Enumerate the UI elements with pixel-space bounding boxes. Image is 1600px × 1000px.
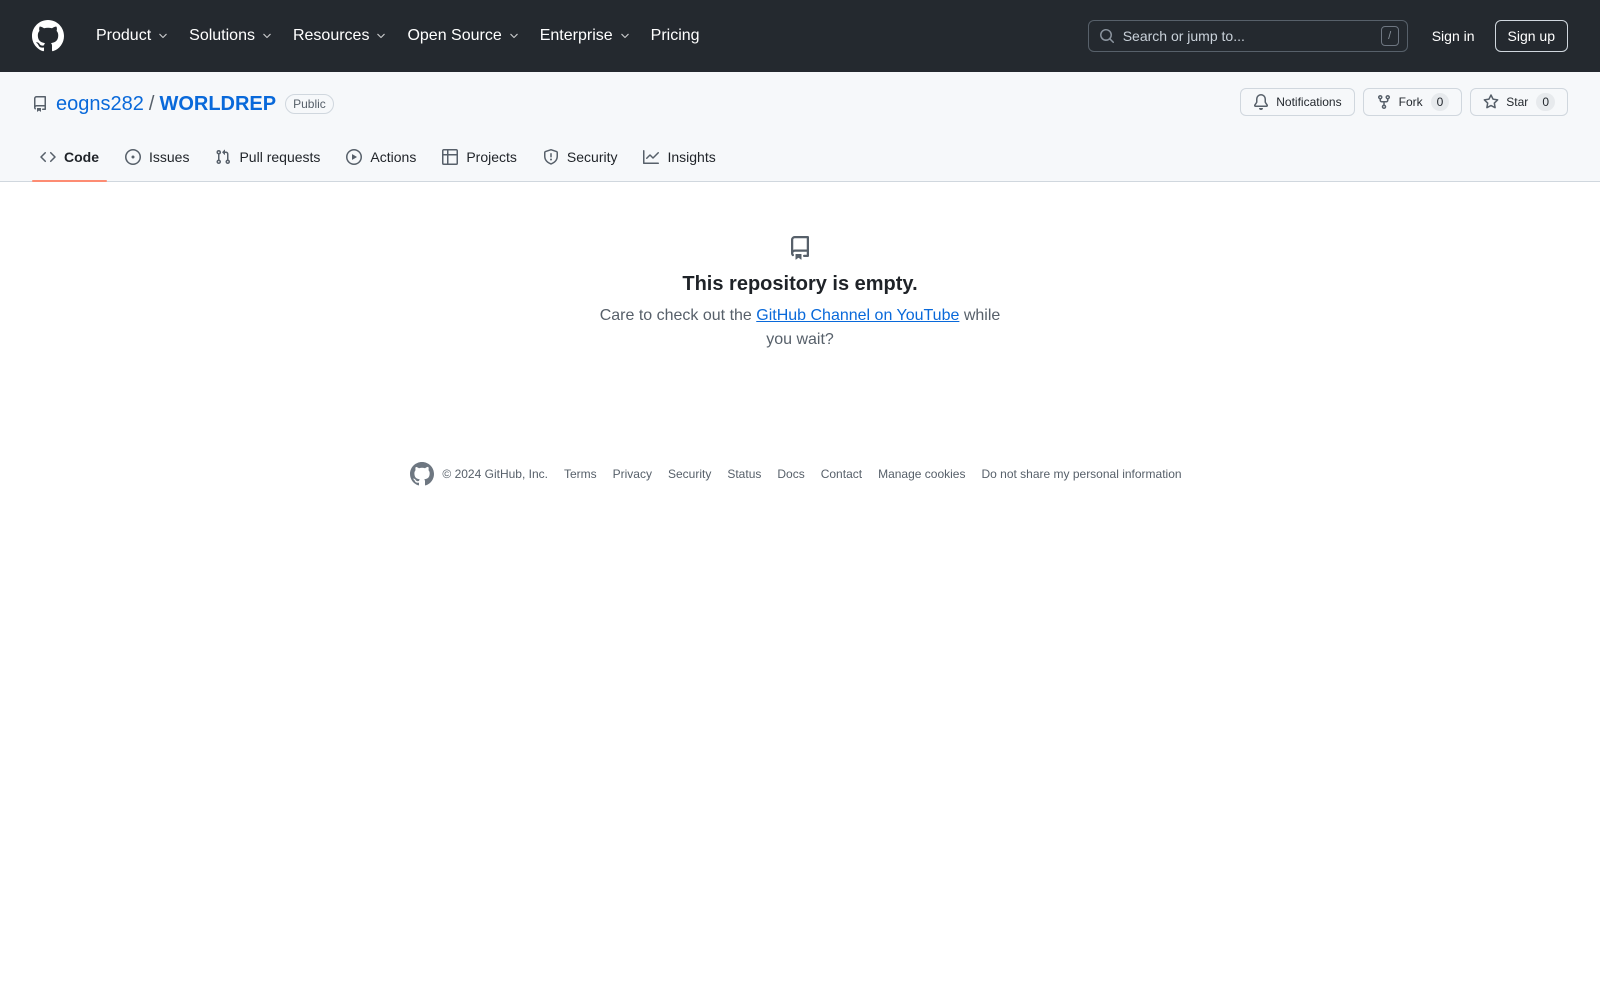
- tab-label: Projects: [466, 149, 517, 165]
- tab-code[interactable]: Code: [32, 133, 107, 182]
- tab-label: Actions: [370, 149, 417, 165]
- search-input[interactable]: Search or jump to... /: [1087, 20, 1408, 52]
- nav-label: Enterprise: [539, 27, 613, 44]
- git-pull-request-icon: [215, 149, 231, 165]
- shield-icon: [543, 149, 559, 165]
- search-icon: [1099, 28, 1115, 44]
- repo-owner-link[interactable]: eogns282: [56, 93, 144, 116]
- tab-security[interactable]: Security: [535, 133, 626, 181]
- graph-icon: [643, 149, 660, 165]
- table-icon: [442, 149, 459, 165]
- fork-label: Fork: [1398, 95, 1423, 109]
- primary-nav: Product Solutions Resources Open Source …: [88, 20, 712, 52]
- tab-label: Code: [64, 149, 99, 165]
- star-button[interactable]: Star 0: [1470, 88, 1568, 116]
- youtube-channel-link[interactable]: GitHub Channel on YouTube: [756, 307, 959, 324]
- nav-label: Open Source: [407, 27, 502, 44]
- empty-state: This repository is empty. Care to check …: [0, 182, 1600, 352]
- tab-label: Pull requests: [239, 149, 321, 165]
- chevron-down-icon: [375, 30, 387, 42]
- visibility-badge: Public: [285, 94, 334, 114]
- tab-label: Security: [566, 149, 618, 165]
- repo-tabs: Code Issues Pull requests Actions Projec…: [32, 133, 734, 182]
- fork-button[interactable]: Fork 0: [1362, 88, 1463, 116]
- star-count: 0: [1536, 93, 1555, 111]
- tab-label: Issues: [149, 149, 190, 165]
- bell-icon: [1253, 94, 1269, 110]
- nav-open-source[interactable]: Open Source: [399, 20, 527, 52]
- github-logo-icon[interactable]: [32, 20, 64, 52]
- code-icon: [40, 149, 56, 165]
- footer-link-security[interactable]: Security: [668, 467, 711, 481]
- tab-issues[interactable]: Issues: [117, 133, 197, 181]
- notifications-label: Notifications: [1276, 95, 1342, 109]
- tab-label: Insights: [667, 149, 716, 165]
- repo-forked-icon: [1376, 94, 1392, 110]
- footer-link-terms[interactable]: Terms: [564, 467, 597, 481]
- chevron-down-icon: [157, 30, 169, 42]
- search-placeholder: Search or jump to...: [1122, 28, 1245, 44]
- nav-label: Solutions: [189, 27, 255, 44]
- repo-icon: [32, 96, 48, 112]
- sign-in-link[interactable]: Sign in: [1420, 28, 1487, 44]
- nav-label: Resources: [292, 27, 370, 44]
- header-actions: Search or jump to... / Sign in Sign up: [1087, 20, 1568, 52]
- sign-up-button[interactable]: Sign up: [1494, 20, 1568, 52]
- tab-pull-requests[interactable]: Pull requests: [207, 133, 328, 181]
- copyright: © 2024 GitHub, Inc.: [442, 467, 548, 481]
- chevron-down-icon: [261, 30, 273, 42]
- github-logo-icon[interactable]: [410, 462, 435, 486]
- tab-insights[interactable]: Insights: [635, 133, 723, 181]
- footer-link-contact[interactable]: Contact: [821, 467, 862, 481]
- repo-name-link[interactable]: WORLDREP: [159, 93, 276, 116]
- nav-product[interactable]: Product: [88, 20, 177, 52]
- chevron-down-icon: [508, 30, 520, 42]
- tab-actions[interactable]: Actions: [338, 133, 424, 181]
- footer-link-do-not-share[interactable]: Do not share my personal information: [981, 467, 1181, 481]
- star-label: Star: [1506, 95, 1529, 109]
- empty-text-before: Care to check out the: [599, 307, 757, 324]
- empty-title: This repository is empty.: [682, 273, 918, 295]
- repo-icon: [0, 236, 1600, 260]
- nav-label: Product: [96, 27, 152, 44]
- footer-link-manage-cookies[interactable]: Manage cookies: [878, 467, 965, 481]
- fork-count: 0: [1430, 93, 1450, 111]
- footer-link-docs[interactable]: Docs: [777, 467, 804, 481]
- footer-link-status[interactable]: Status: [727, 467, 761, 481]
- issue-opened-icon: [125, 149, 141, 165]
- path-separator: /: [148, 92, 155, 115]
- repository-header: eogns282 / WORLDREP Public Notifications…: [0, 72, 1600, 182]
- footer-link-privacy[interactable]: Privacy: [613, 467, 652, 481]
- nav-label: Pricing: [650, 27, 700, 44]
- nav-pricing[interactable]: Pricing: [643, 20, 708, 52]
- nav-solutions[interactable]: Solutions: [181, 20, 281, 52]
- play-icon: [346, 149, 363, 165]
- nav-enterprise[interactable]: Enterprise: [532, 20, 639, 52]
- notifications-button[interactable]: Notifications: [1240, 88, 1355, 116]
- tab-projects[interactable]: Projects: [434, 133, 525, 181]
- site-footer: © 2024 GitHub, Inc. Terms Privacy Securi…: [0, 462, 1600, 486]
- chevron-down-icon: [619, 30, 631, 42]
- repo-actions: Notifications Fork 0 Star 0: [1240, 88, 1568, 116]
- search-shortcut-key: /: [1380, 26, 1399, 46]
- empty-message: Care to check out the GitHub Channel on …: [590, 304, 1010, 352]
- global-header: Product Solutions Resources Open Source …: [0, 0, 1600, 72]
- nav-resources[interactable]: Resources: [285, 20, 395, 52]
- star-icon: [1483, 94, 1499, 110]
- repo-title: eogns282 / WORLDREP Public: [32, 92, 334, 116]
